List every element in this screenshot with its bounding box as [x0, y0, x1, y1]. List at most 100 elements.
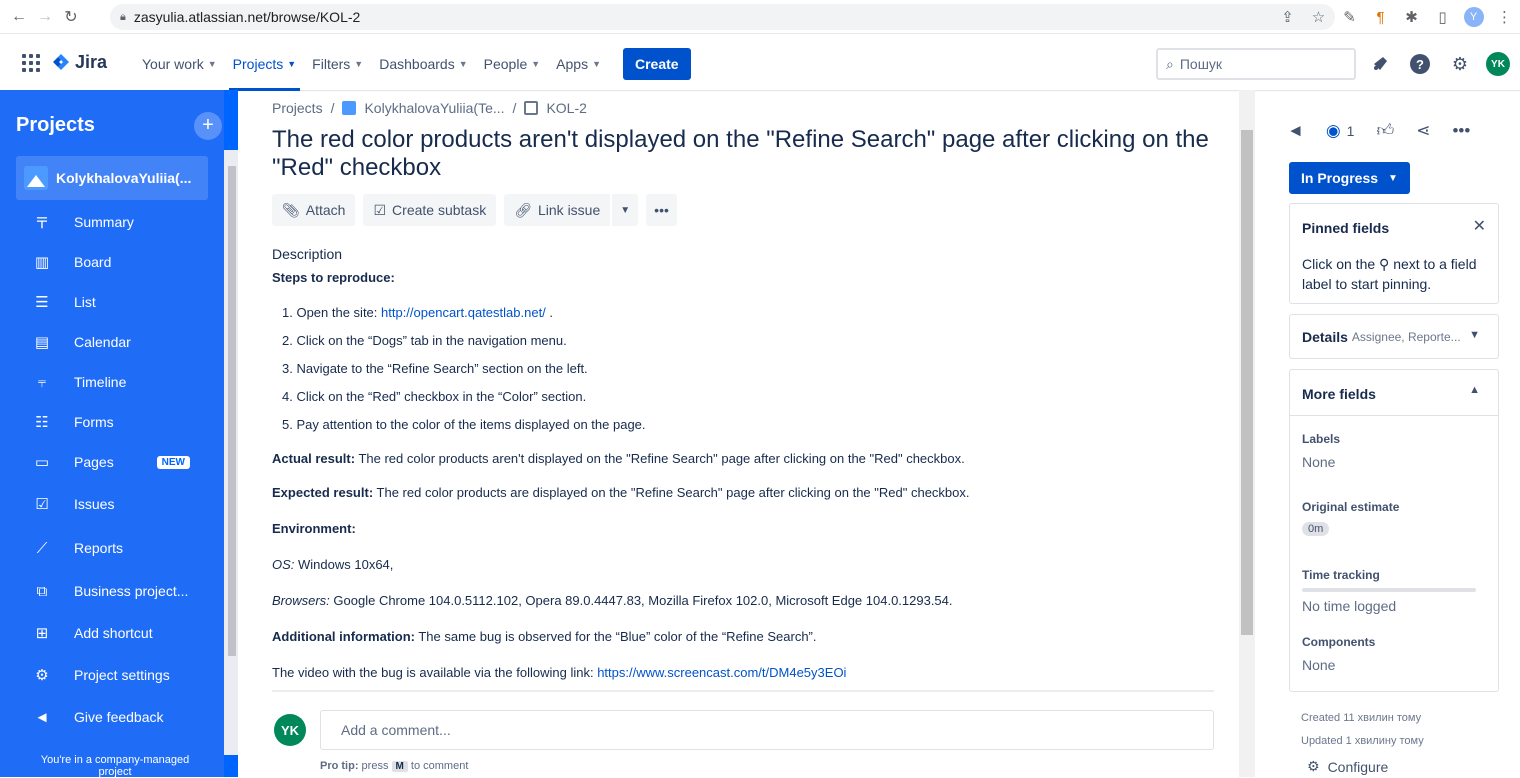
feedback-megaphone-icon[interactable]: ◄ — [1287, 121, 1304, 141]
attach-button[interactable]: 📎︎ Attach — [272, 194, 356, 226]
chevron-down-icon: ▼ — [592, 59, 601, 69]
sidebar-item-timeline[interactable]: ⫧ Timeline — [32, 362, 222, 402]
comment-avatar: YK — [274, 714, 306, 746]
link-issue-button[interactable]: 🔗︎ Link issue — [504, 194, 611, 226]
top-navigation: Jira Your work ▼ Projects ▼ Filters ▼ Dashb… — [0, 34, 1520, 91]
nav-label: Apps — [556, 56, 589, 72]
help-icon[interactable]: ? — [1406, 50, 1434, 78]
sidebar-project[interactable]: KolykhalovaYuliia(... — [16, 156, 208, 200]
field-time-tracking[interactable]: Time tracking No time logged — [1302, 568, 1476, 614]
sidebar-item-label: Summary — [74, 214, 134, 230]
sidebar-item-reports[interactable]: ⟋ Reports — [32, 526, 222, 570]
sidebar-item-business-project[interactable]: ⧉ Business project... — [32, 570, 222, 612]
details-card[interactable]: Details Assignee, Reporte... ▼ — [1289, 314, 1499, 359]
attach-label: Attach — [305, 202, 346, 218]
sidebar-item-list[interactable]: ☰ List — [32, 282, 222, 322]
share-icon[interactable]: ⋖ — [1416, 121, 1430, 141]
field-components[interactable]: Components None — [1302, 635, 1375, 673]
add-project-button[interactable]: + — [194, 112, 222, 140]
address-bar[interactable]: 🔒︎ zasyulia.atlassian.net/browse/KOL-2 — [110, 4, 1335, 30]
more-icon[interactable]: ••• — [1452, 121, 1470, 141]
watch-count: 1 — [1346, 122, 1355, 139]
keyboard-key: M — [391, 761, 408, 772]
search-input[interactable]: ⌕ Пошук — [1156, 48, 1356, 80]
sidebar-item-calendar[interactable]: ▤ Calendar — [32, 322, 222, 362]
sidebar-item-summary[interactable]: 〒 Summary — [32, 202, 222, 242]
more-fields-title[interactable]: More fields — [1302, 386, 1376, 402]
chevron-up-icon[interactable]: ▲ — [1469, 384, 1480, 396]
sidebar-item-forms[interactable]: ☷ Forms — [32, 402, 222, 442]
nav-label: Filters — [312, 56, 351, 72]
breadcrumb-separator: / — [330, 100, 335, 116]
breadcrumb-projects[interactable]: Projects — [272, 100, 323, 116]
video-link[interactable]: https://www.screencast.com/t/DM4e5y3EOi — [597, 665, 846, 680]
expected-result: Expected result: The red color products … — [272, 485, 970, 500]
nav-apps[interactable]: Apps ▼ — [548, 48, 609, 80]
create-subtask-button[interactable]: ☑ Create subtask — [363, 194, 497, 226]
main-scrollbar-thumb[interactable] — [1241, 130, 1253, 635]
jira-logo[interactable]: Jira — [52, 52, 107, 73]
field-labels[interactable]: Labels None — [1302, 432, 1340, 470]
nav-your-work[interactable]: Your work ▼ — [134, 48, 225, 80]
sidebar-item-pages[interactable]: ▭ Pages NEW — [32, 442, 222, 482]
share-icon[interactable]: ⇪ — [1272, 8, 1303, 26]
sidebar-scrollbar-thumb[interactable] — [228, 166, 236, 656]
sidepanel-icon[interactable]: ▯ — [1427, 8, 1458, 26]
back-icon[interactable]: ← — [6, 8, 32, 26]
status-button[interactable]: In Progress ▼ — [1289, 162, 1410, 194]
step-item: 4. Click on the “Red” checkbox in the “C… — [282, 389, 587, 404]
summary-icon: 〒 — [34, 214, 50, 232]
breadcrumb: Projects / KolykhalovaYuliia(Te... / KOL… — [272, 100, 587, 116]
nav-people[interactable]: People ▼ — [476, 48, 549, 80]
nav-label: Your work — [142, 56, 204, 72]
watch-button[interactable]: ◉ 1 — [1326, 121, 1355, 141]
settings-gear-icon[interactable]: ⚙ — [1446, 50, 1474, 78]
more-actions-button[interactable]: ••• — [646, 194, 677, 226]
chevron-down-icon: ▼ — [531, 59, 541, 69]
profile-avatar: Y — [1463, 7, 1484, 27]
sidebar-item-add-shortcut[interactable]: ⊞ Add shortcut — [32, 612, 222, 654]
user-avatar[interactable]: YK — [1486, 52, 1510, 76]
sidebar-item-issues[interactable]: ☑ Issues — [32, 482, 222, 526]
pinned-hint: Click on the ⚲ next to a field label to … — [1302, 256, 1477, 292]
board-icon: ▥ — [34, 254, 50, 271]
reload-icon[interactable]: ↻ — [58, 7, 84, 27]
sidebar-item-label: Project settings — [74, 667, 170, 683]
nav-filters[interactable]: Filters ▼ — [304, 48, 371, 80]
app-switcher-icon[interactable] — [22, 54, 40, 72]
field-original-estimate[interactable]: Original estimate 0m — [1302, 500, 1399, 536]
sidebar-item-board[interactable]: ▥ Board — [32, 242, 222, 282]
sidebar-menu: 〒 Summary ▥ Board ☰ List ▤ Calendar ⫧ Timelin… — [32, 202, 222, 738]
pages-icon: ▭ — [34, 454, 50, 471]
forward-icon[interactable]: → — [32, 8, 58, 26]
breadcrumb-project[interactable]: KolykhalovaYuliia(Te... — [364, 100, 504, 116]
logo-text: Jira — [75, 52, 108, 72]
extension-pen-icon[interactable]: ✎ — [1334, 8, 1365, 26]
comment-input[interactable]: Add a comment... — [320, 710, 1214, 750]
issue-title[interactable]: The red color products aren't displayed … — [272, 126, 1222, 182]
issues-icon: ☑ — [35, 496, 49, 513]
sidebar-item-project-settings[interactable]: ⚙ Project settings — [32, 654, 222, 696]
configure-button[interactable]: ⚙ Configure — [1307, 758, 1388, 775]
nav-label: People — [483, 56, 528, 72]
more-fields-card: More fields ▲ Labels None Original estima… — [1289, 369, 1499, 692]
field-value: 0m — [1302, 522, 1330, 536]
star-icon[interactable]: ☆ — [1303, 8, 1334, 26]
puzzle-icon[interactable]: ✱ — [1396, 8, 1427, 26]
site-link[interactable]: http://opencart.qatestlab.net/ — [381, 305, 546, 320]
browser-menu-icon[interactable]: ⋮ — [1489, 8, 1520, 26]
nav-projects[interactable]: Projects ▼ — [225, 48, 305, 91]
link-issue-dropdown[interactable]: ▼ — [612, 194, 639, 226]
description-body[interactable]: Steps to reproduce: 1. Open the site: ht… — [272, 270, 1222, 683]
extension-pilcrow-icon[interactable]: ¶ — [1365, 9, 1396, 26]
create-button[interactable]: Create — [623, 48, 691, 80]
sidebar-item-give-feedback[interactable]: ◄ Give feedback — [32, 696, 222, 738]
close-icon[interactable]: ✕ — [1473, 216, 1486, 236]
profile-button[interactable]: Y — [1458, 7, 1489, 27]
eye-icon: ◉ — [1325, 120, 1341, 140]
sidebar-item-label: Issues — [74, 496, 115, 512]
breadcrumb-issue-key[interactable]: KOL-2 — [546, 100, 586, 116]
notifications-icon[interactable] — [1366, 50, 1394, 78]
nav-dashboards[interactable]: Dashboards ▼ — [371, 48, 475, 80]
thumbs-up-icon[interactable]: 👍︎ — [1376, 120, 1394, 141]
